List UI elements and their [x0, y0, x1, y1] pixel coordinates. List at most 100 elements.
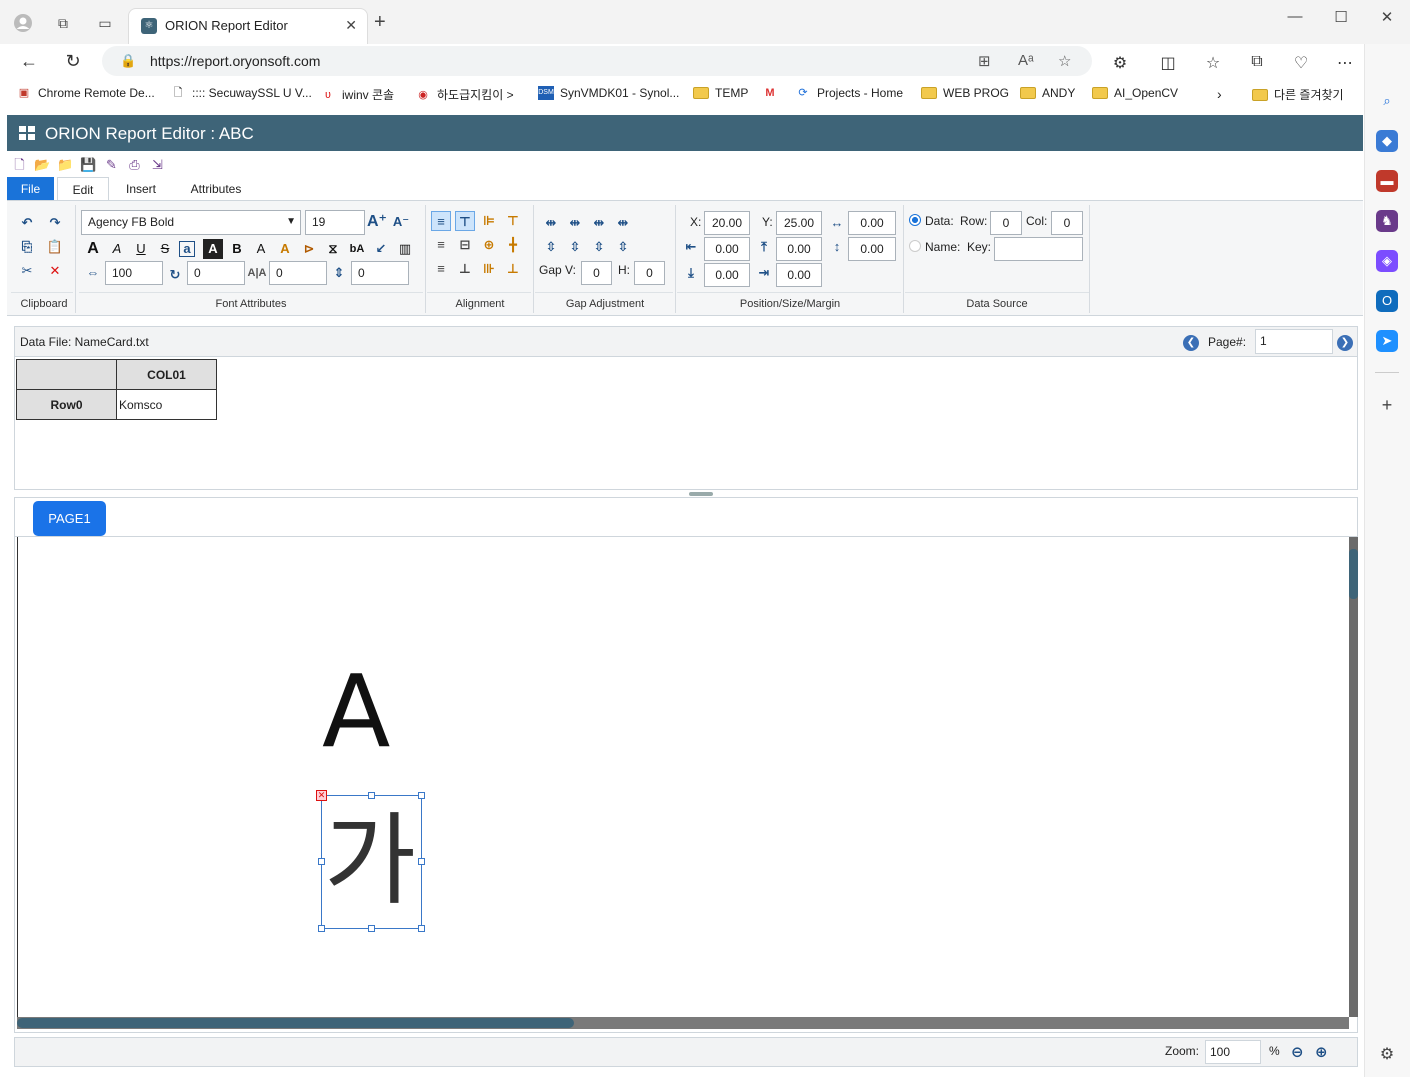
y-field[interactable]: 25.00: [776, 211, 822, 235]
margin-right-field[interactable]: 0.00: [776, 263, 822, 287]
align-bottom-icon[interactable]: ⊥: [455, 259, 475, 279]
text-direction-icon[interactable]: ⊳: [299, 239, 319, 259]
line-spacing-field[interactable]: 0: [351, 261, 409, 285]
align-center-icon[interactable]: ≡: [431, 235, 451, 255]
page-number-field[interactable]: 1: [1255, 329, 1333, 354]
gap-v-equal-icon[interactable]: ⇳: [541, 237, 561, 257]
bookmark-item[interactable]: DSM SynVMDK01 - Synol...: [538, 86, 679, 100]
underline-icon[interactable]: U: [131, 239, 151, 259]
resize-handle-bottom-right[interactable]: [418, 925, 425, 932]
font-name-select[interactable]: Agency FB Bold ▼: [81, 210, 301, 235]
next-page-icon[interactable]: ❯: [1337, 335, 1353, 351]
panel-splitter-handle[interactable]: [689, 492, 713, 496]
align-left-icon[interactable]: ≡: [431, 211, 451, 231]
align-objects-right-icon[interactable]: ⊪: [479, 259, 499, 279]
resize-handle-bottom-left[interactable]: [318, 925, 325, 932]
url-bar[interactable]: 🔒 https://report.oryonsoft.com ⊞ Aᵃ ☆: [102, 46, 1092, 76]
gmail-bookmark-icon[interactable]: M: [762, 86, 778, 100]
vertical-text-icon[interactable]: bA: [347, 239, 367, 259]
bookmark-folder[interactable]: ANDY: [1020, 86, 1075, 100]
open-icon[interactable]: 📂: [33, 155, 52, 174]
horizontal-scroll-thumb[interactable]: [17, 1018, 574, 1028]
undo-icon[interactable]: ↶: [17, 213, 37, 233]
align-top-icon[interactable]: ⊤: [455, 211, 475, 231]
resize-handle-left[interactable]: [318, 858, 325, 865]
tab-actions-icon[interactable]: ▭: [94, 12, 116, 34]
microsoft365-icon[interactable]: ◈: [1376, 250, 1398, 272]
outlook-icon[interactable]: O: [1376, 290, 1398, 312]
align-objects-top-icon[interactable]: ⊤: [503, 211, 523, 231]
increase-font-icon[interactable]: A⁺: [367, 212, 387, 232]
new-tab-button[interactable]: +: [374, 12, 386, 32]
outline-text-icon[interactable]: a: [179, 241, 195, 257]
font-color-icon[interactable]: A: [251, 239, 271, 259]
profile-icon[interactable]: [12, 12, 34, 34]
tools-icon[interactable]: ▬: [1376, 170, 1398, 192]
tab-insert[interactable]: Insert: [115, 177, 167, 201]
more-menu-icon[interactable]: ⋯: [1333, 53, 1357, 73]
name-radio[interactable]: [909, 240, 921, 252]
align-middle-icon[interactable]: ⊟: [455, 235, 475, 255]
mirror-icon[interactable]: ⧖: [323, 239, 343, 259]
rotation-field[interactable]: 0: [187, 261, 245, 285]
align-objects-left-icon[interactable]: ⊫: [479, 211, 499, 231]
char-spacing-field[interactable]: 0: [269, 261, 327, 285]
add-sidebar-app-icon[interactable]: +: [1376, 394, 1398, 416]
maximize-button[interactable]: ☐: [1318, 8, 1364, 26]
gap-v-increase-icon[interactable]: ⇳: [565, 237, 585, 257]
favorite-star-icon[interactable]: ☆: [1058, 52, 1071, 70]
close-window-button[interactable]: ✕: [1364, 8, 1410, 26]
vertical-scrollbar[interactable]: [1349, 537, 1358, 1017]
zoom-out-icon[interactable]: ⊖: [1291, 1043, 1304, 1061]
row-field[interactable]: 0: [990, 211, 1022, 235]
margin-bottom-field[interactable]: 0.00: [704, 263, 750, 287]
tab-edit[interactable]: Edit: [57, 177, 109, 201]
cut-icon[interactable]: ✂: [17, 261, 37, 281]
report-canvas[interactable]: A 가 ✕: [17, 537, 1349, 1017]
shopping-tag-icon[interactable]: ◆: [1376, 130, 1398, 152]
inverse-text-icon[interactable]: A: [203, 239, 223, 259]
delete-icon[interactable]: ✕: [45, 261, 65, 281]
back-button[interactable]: ←: [16, 49, 42, 73]
bold-icon[interactable]: A: [83, 239, 103, 259]
align-right-icon[interactable]: ≡: [431, 259, 451, 279]
zoom-in-icon[interactable]: ⊕: [1315, 1043, 1328, 1061]
gap-h-field[interactable]: 0: [634, 261, 665, 285]
resize-handle-top-right[interactable]: [418, 792, 425, 799]
width-field[interactable]: 0.00: [848, 211, 896, 235]
tab-attributes[interactable]: Attributes: [181, 177, 251, 201]
save-icon[interactable]: 💾: [79, 155, 98, 174]
games-icon[interactable]: ♞: [1376, 210, 1398, 232]
save-as-icon[interactable]: ✎: [102, 155, 121, 174]
new-report-icon[interactable]: 🗋: [10, 155, 29, 174]
bookmark-folder[interactable]: 다른 즐겨찾기: [1252, 86, 1344, 103]
more-bookmarks-chevron-icon[interactable]: ›: [1217, 86, 1222, 102]
gap-h-remove-icon[interactable]: ⇹: [613, 213, 633, 233]
selection-box[interactable]: ✕: [316, 790, 425, 932]
delete-object-icon[interactable]: ✕: [316, 790, 327, 801]
split-screen-icon[interactable]: ◫: [1156, 53, 1180, 73]
redo-icon[interactable]: ↷: [45, 213, 65, 233]
minimize-button[interactable]: —: [1272, 8, 1318, 25]
line-icon[interactable]: ↙: [371, 239, 391, 259]
resize-handle-top[interactable]: [368, 792, 375, 799]
resize-handle-bottom[interactable]: [368, 925, 375, 932]
open-folder-icon[interactable]: 📁: [56, 155, 75, 174]
drop-icon[interactable]: ➤: [1376, 330, 1398, 352]
resize-handle-right[interactable]: [418, 858, 425, 865]
prev-page-icon[interactable]: ❮: [1183, 335, 1199, 351]
margin-top-field[interactable]: 0.00: [776, 237, 822, 261]
favorites-icon[interactable]: ☆: [1201, 53, 1225, 73]
x-field[interactable]: 20.00: [704, 211, 750, 235]
vertical-scroll-thumb[interactable]: [1349, 549, 1358, 599]
bookmark-item[interactable]: ◉ 하도급지킴이 >: [415, 86, 513, 103]
zoom-field[interactable]: 100: [1205, 1040, 1261, 1064]
browser-tab-orion[interactable]: ⚛ ORION Report Editor ✕: [128, 8, 368, 44]
tab-file[interactable]: File: [7, 177, 54, 201]
gap-v-decrease-icon[interactable]: ⇳: [589, 237, 609, 257]
bookmark-folder[interactable]: WEB PROG: [921, 86, 1009, 100]
bookmark-folder[interactable]: TEMP: [693, 86, 748, 100]
gap-v-remove-icon[interactable]: ⇳: [613, 237, 633, 257]
tab-page1[interactable]: PAGE1: [33, 501, 106, 536]
align-objects-center-icon[interactable]: ⊕: [479, 235, 499, 255]
